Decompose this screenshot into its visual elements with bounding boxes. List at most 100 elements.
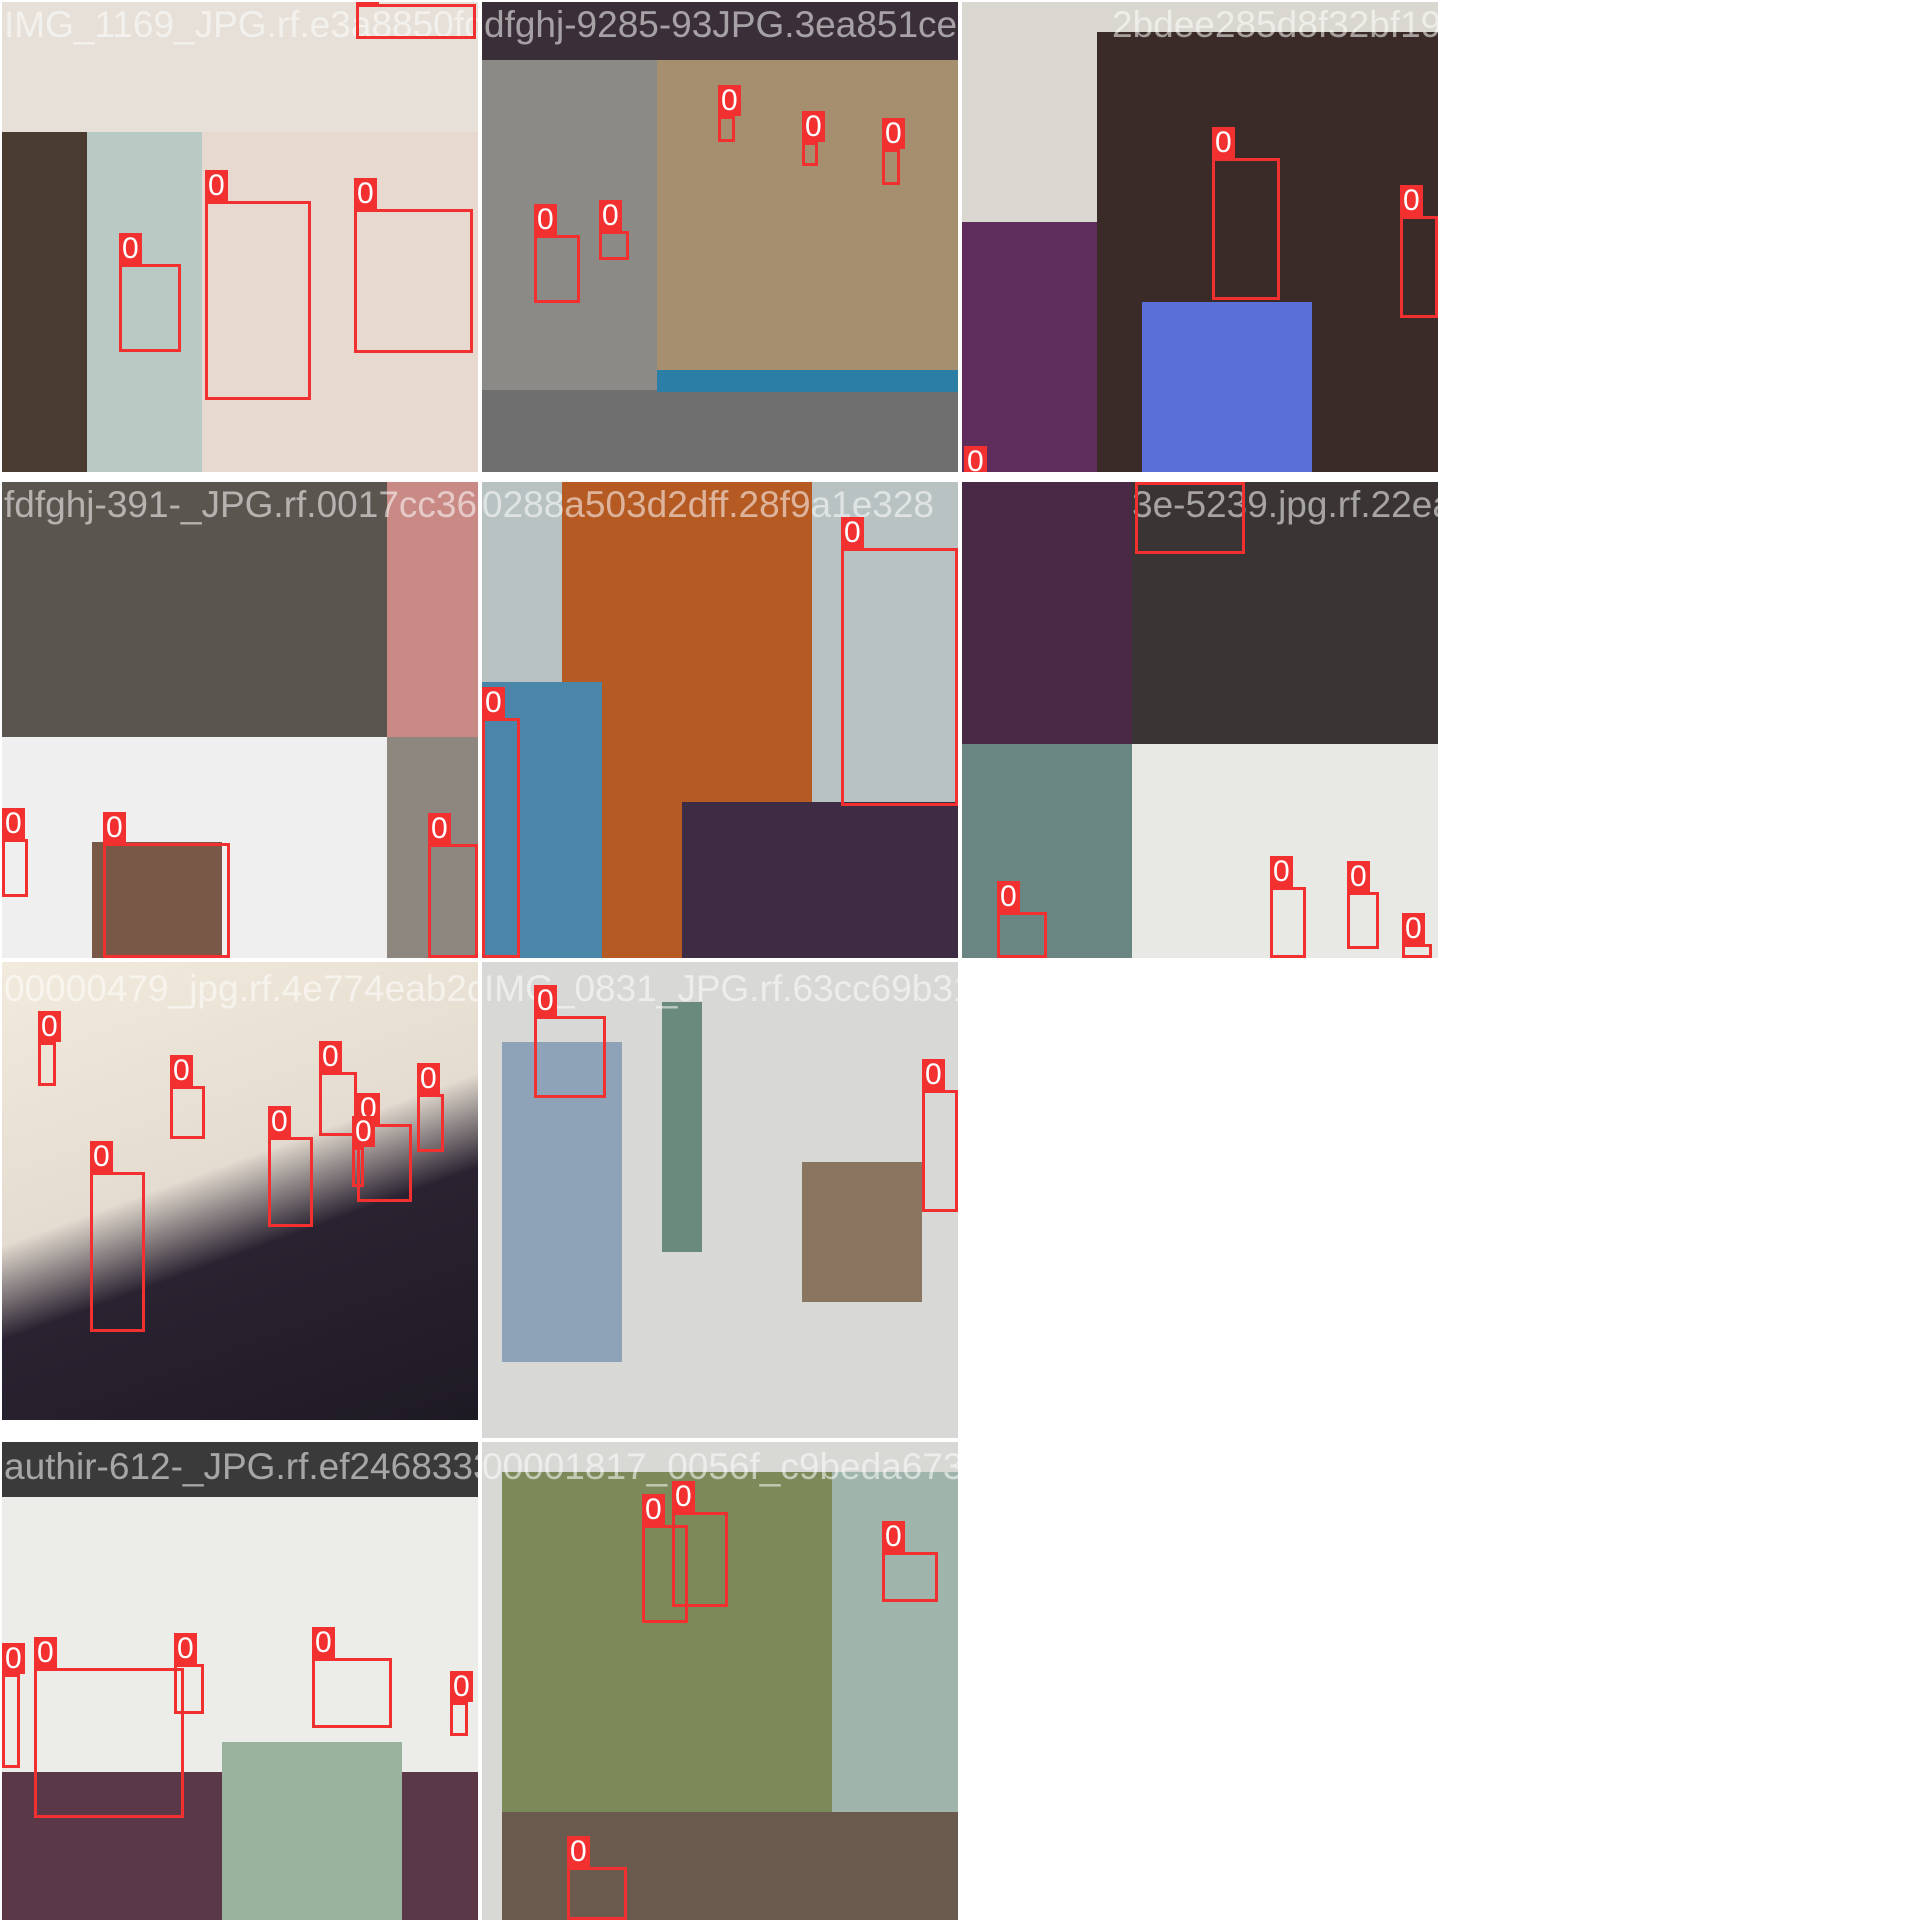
class-label: 0 [2,808,25,839]
mosaic-tile: authir-612-_JPG.rf.ef24683330 0 0 0 0 0 [2,1442,478,1920]
bounding-box: 0 [882,118,905,185]
class-label: 0 [718,85,741,116]
bounding-box: 0 [2,1643,25,1768]
photo-region [657,60,958,370]
class-label: 0 [882,118,905,149]
class-label: 0 [352,1116,375,1147]
bounding-box: 0 [802,111,825,166]
photo-region [962,744,1132,958]
class-label: 0 [672,1481,695,1512]
bounding-box: 0 [482,687,520,958]
bounding-box: 0 [1347,861,1379,949]
mosaic-tile: 00001817_0056f_c9beda673716da68eb649667 … [482,1442,958,1920]
class-label: 0 [964,446,987,472]
class-label: 0 [599,200,622,231]
bounding-box: 0 [1135,482,1245,554]
mosaic-tile: dfghj-9285-93JPG.3ea851ce8c 0 0 0 0 0 [482,2,958,472]
bounding-box: 0 [534,204,580,303]
class-label: 0 [119,233,142,264]
bounding-box: 0 [882,1521,938,1602]
photo-region [682,802,958,958]
class-label: 0 [34,1637,57,1668]
photo-region [502,1472,832,1812]
bounding-box: 0 [268,1106,313,1227]
bounding-box: 0 [174,1633,204,1714]
bounding-box: 0 [1400,185,1438,318]
mosaic-tile: 2bdee285d8f32bf1936fdbfcc1 0 0 0 [962,2,1438,472]
bounding-box: 0 [672,1481,728,1607]
photo-region [962,222,1102,472]
bounding-box: 0 [599,200,629,260]
class-label: 0 [417,1063,440,1094]
photo-region [222,1742,402,1920]
photo-region [962,482,1132,744]
class-label: 0 [841,517,864,548]
class-label: 0 [38,1011,61,1042]
bounding-box: 0 [34,1637,184,1818]
bounding-box: 0 [534,985,606,1098]
bounding-box: 0 [2,808,28,897]
bounding-box: 0 [1212,127,1280,300]
photo-region [2,132,87,472]
class-label: 0 [428,813,451,844]
bounding-box: 0 [170,1055,205,1139]
class-label: 0 [1212,127,1235,158]
class-label: 0 [567,1836,590,1867]
class-label: 0 [534,204,557,235]
photo-region [662,1002,702,1252]
tile-caption: fdfghj-391-_JPG.rf.0017cc369 [4,484,478,525]
class-label: 0 [922,1059,945,1090]
photo-region [1142,302,1312,472]
bounding-box: 0 [450,1671,473,1736]
class-label: 0 [2,1643,25,1674]
bounding-box: 0 [312,1627,392,1728]
bounding-box: 0 [718,85,741,142]
bounding-box: 0 [997,881,1047,958]
bounding-box: 0 [841,517,958,806]
mosaic-tile: IMG_0831_JPG.rf.63cc69b31a4c3fbcb485dcb … [482,962,958,1438]
bounding-box: 0 [428,813,478,958]
class-label: 0 [268,1106,291,1137]
photo-region [657,370,958,392]
photo-region [482,60,657,390]
class-label: 0 [170,1055,193,1086]
class-label: 0 [312,1627,335,1658]
class-label: 0 [482,687,505,718]
bounding-box: 0 [352,1116,375,1187]
bounding-box: 0 [119,233,181,352]
tile-caption: 2bdee285d8f32bf1936fdbfcc1 [1112,4,1438,45]
class-label: 0 [882,1521,905,1552]
bounding-box: 0 [922,1059,958,1212]
mosaic-tile: 00000479_jpg.rf.4e774eab2d 0 0 0 0 0 0 0… [2,962,478,1420]
bounding-box: 0 [205,170,311,400]
class-label: 0 [319,1041,342,1072]
class-label: 0 [802,111,825,142]
class-label: 0 [103,812,126,843]
class-label: 0 [356,2,379,4]
bounding-box: 0 [354,178,473,353]
bounding-box: 0 [1402,913,1432,958]
bounding-box: 0 [90,1141,145,1332]
class-label: 0 [354,178,377,209]
class-label: 0 [450,1671,473,1702]
mosaic-tile: 0288a503d2dff.28f9a1e328 0 0 [482,482,958,958]
class-label: 0 [642,1494,665,1525]
bounding-box: 0 [567,1836,627,1920]
photo-region [802,1162,922,1302]
tile-caption: 00001817_0056f_c9beda673716da68eb649667 [482,1446,958,1487]
bounding-box: 0 [38,1011,61,1086]
mosaic-tile: fdfghj-391-_JPG.rf.0017cc369 0 0 0 [2,482,478,958]
class-label: 0 [1400,185,1423,216]
bounding-box: 0 [356,2,476,39]
class-label: 0 [90,1141,113,1172]
tile-caption: 0288a503d2dff.28f9a1e328 [482,484,935,525]
bounding-box: 0 [1270,856,1306,958]
bounding-box: 0 [103,812,230,958]
bounding-box: 0 [417,1063,444,1152]
tile-caption: authir-612-_JPG.rf.ef24683330 [4,1446,478,1487]
class-label: 0 [534,985,557,1016]
class-label: 0 [174,1633,197,1664]
mosaic-tile: 3e-5239.jpg.rf.22ea34854a37c8158ef 0 0 0… [962,482,1438,958]
class-label: 0 [205,170,228,201]
tile-caption: dfghj-9285-93JPG.3ea851ce8c [484,4,958,45]
